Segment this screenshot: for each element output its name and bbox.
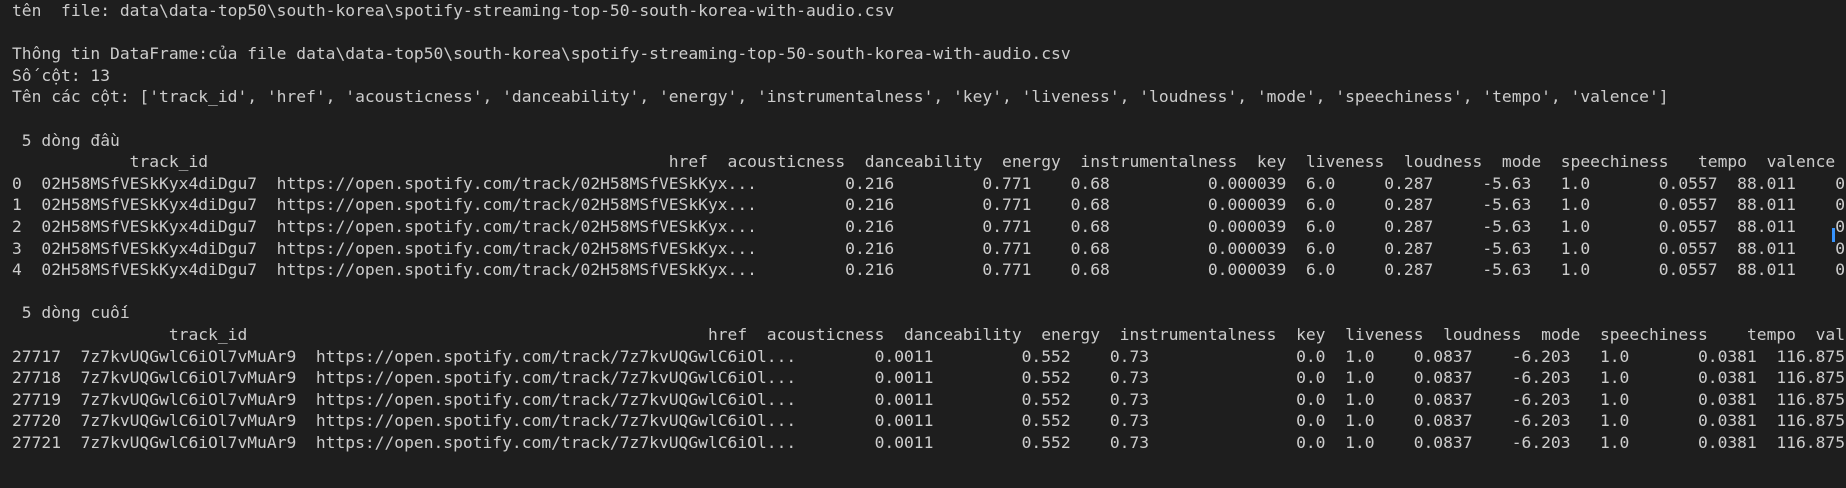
head-table-row: 0 02H58MSfVESkKyx4diDgu7 https://open.sp… [12, 173, 1846, 193]
tail-table-row: 27721 7z7kvUQGwlC6iOl7vMuAr9 https://ope… [12, 432, 1846, 452]
tail-table-header: track_id href acousticness danceability … [12, 324, 1846, 344]
head-table-row: 2 02H58MSfVESkKyx4diDgu7 https://open.sp… [12, 216, 1846, 236]
tail-section-title: 5 dòng cuối [12, 303, 130, 323]
tail-table-row: 27718 7z7kvUQGwlC6iOl7vMuAr9 https://ope… [12, 368, 1846, 388]
head-table-row: 1 02H58MSfVESkKyx4diDgu7 https://open.sp… [12, 195, 1846, 215]
column-names-line: Tên các cột: ['track_id', 'href', 'acous… [12, 87, 1669, 107]
file-name-line: tên file: data\data-top50\south-korea\sp… [12, 1, 895, 20]
dataframe-info-line: Thông tin DataFrame:của file data\data-t… [12, 44, 1071, 64]
head-table-row: 3 02H58MSfVESkKyx4diDgu7 https://open.sp… [12, 238, 1846, 258]
scrollbar-position-marker[interactable] [1832, 228, 1835, 242]
tail-table-row: 27719 7z7kvUQGwlC6iOl7vMuAr9 https://ope… [12, 389, 1846, 409]
head-table-header: track_id href acousticness danceability … [12, 152, 1836, 172]
terminal-output[interactable]: tên file: data\data-top50\south-korea\sp… [12, 0, 1846, 488]
tail-table-row: 27720 7z7kvUQGwlC6iOl7vMuAr9 https://ope… [12, 411, 1846, 431]
head-section-title: 5 dòng đầu [12, 130, 120, 150]
column-count-line: Số cột: 13 [12, 65, 111, 85]
tail-table-row: 27717 7z7kvUQGwlC6iOl7vMuAr9 https://ope… [12, 346, 1846, 366]
head-table-row: 4 02H58MSfVESkKyx4diDgu7 https://open.sp… [12, 260, 1846, 280]
